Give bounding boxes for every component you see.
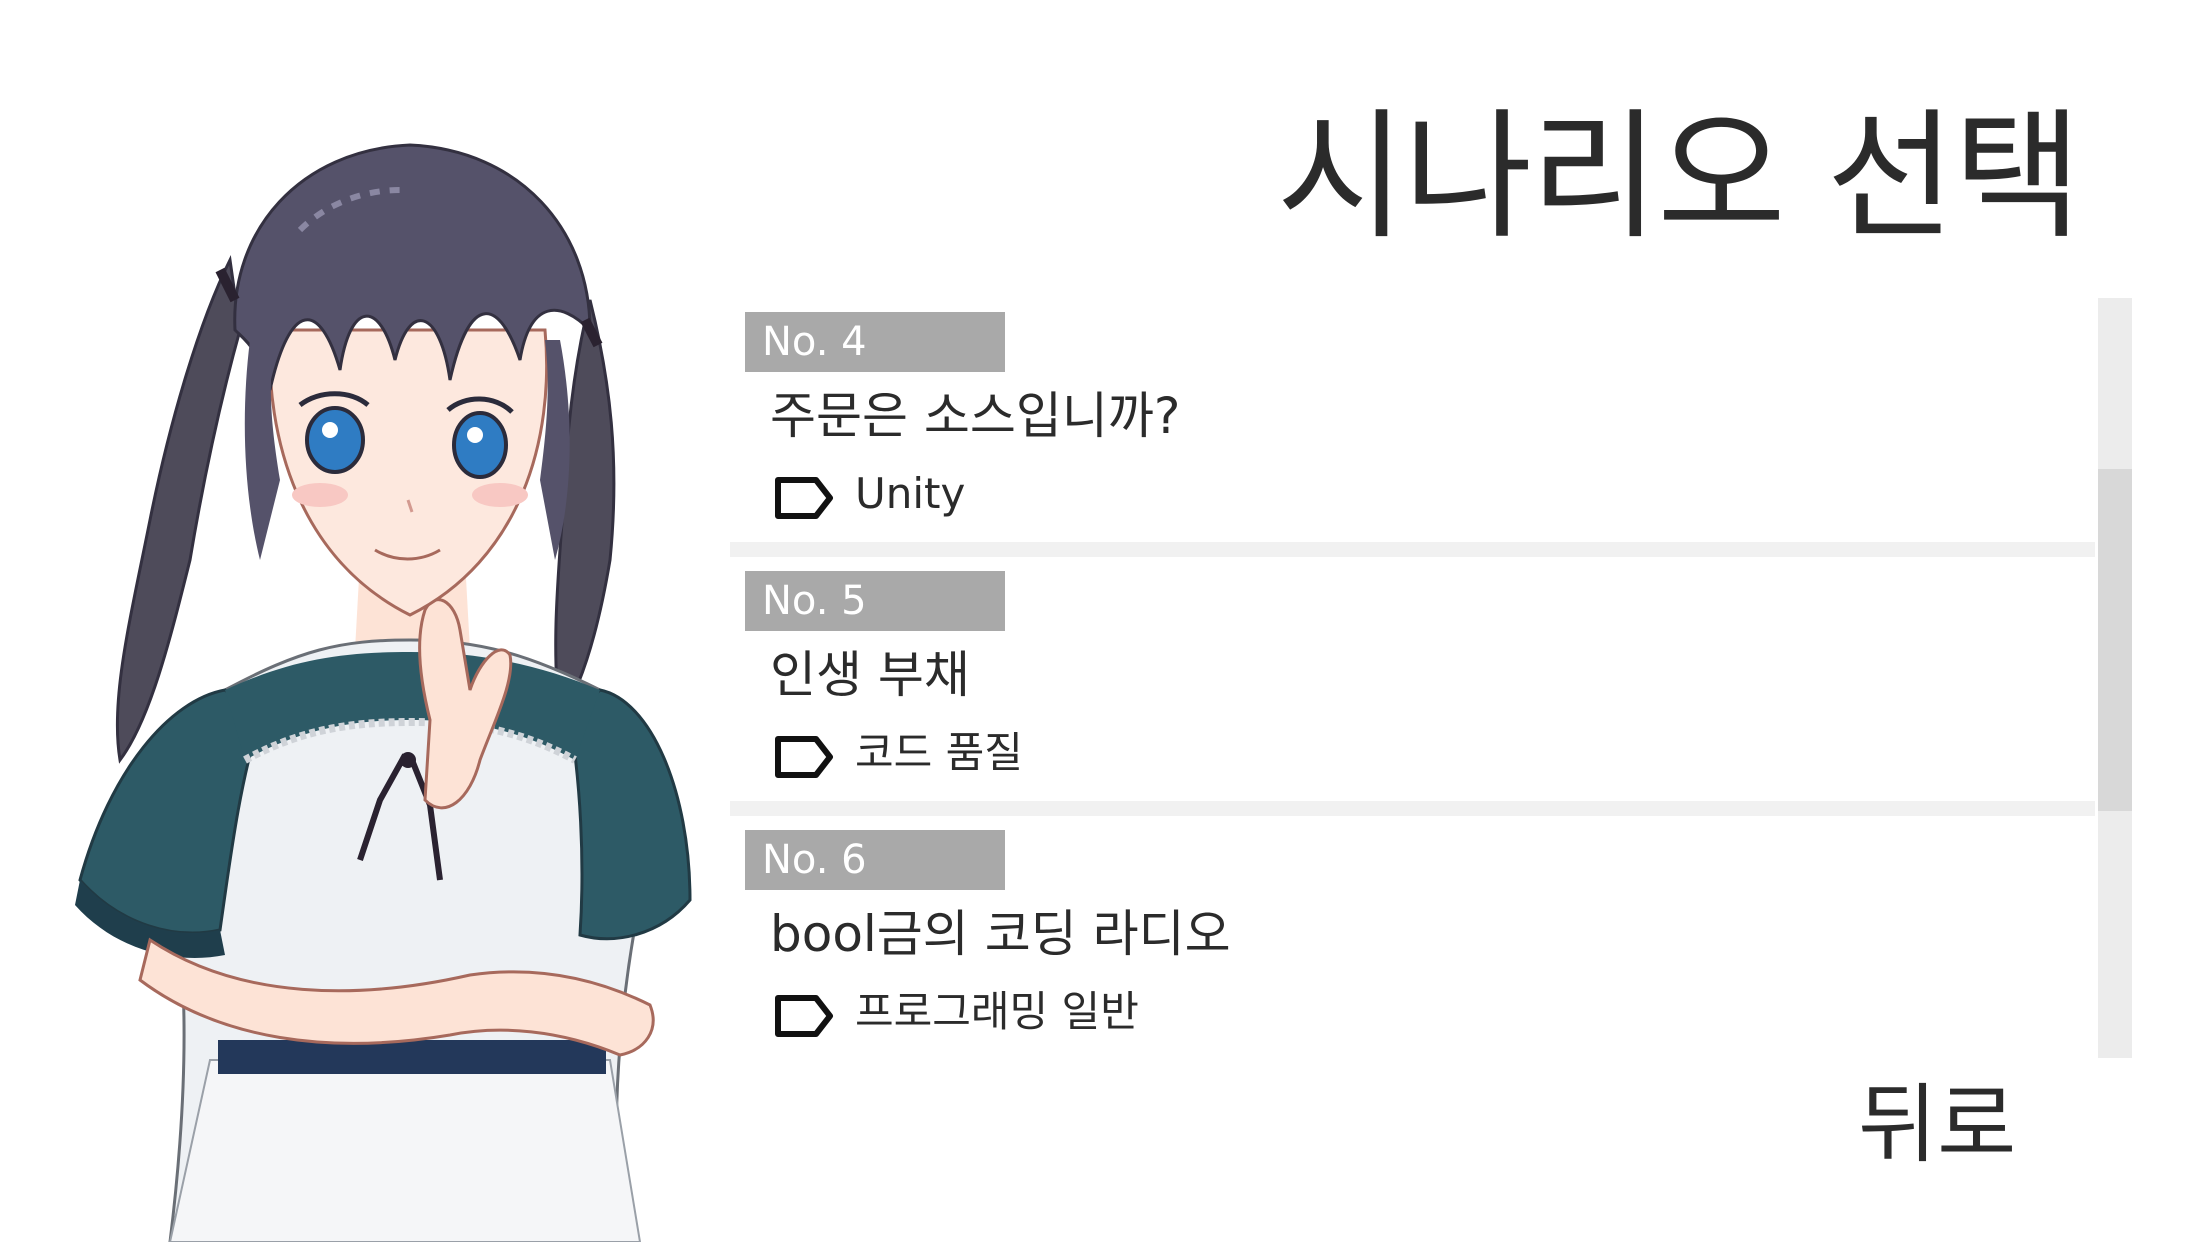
scenario-item[interactable]: No. 6 bool금의 코딩 라디오 프로그래밍 일반 bbox=[730, 816, 2095, 1058]
scenario-list[interactable]: No. 4 주문은 소스입니까? Unity No. 5 인생 부채 코드 품질… bbox=[730, 298, 2095, 1058]
list-divider bbox=[730, 801, 2095, 816]
scenario-number-badge: No. 6 bbox=[745, 830, 1005, 890]
scenario-tag: Unity bbox=[855, 469, 966, 518]
tag-icon bbox=[775, 736, 833, 778]
scenario-item[interactable]: No. 5 인생 부채 코드 품질 bbox=[730, 557, 2095, 801]
scenario-number-badge: No. 5 bbox=[745, 571, 1005, 631]
scenario-tag: 프로그래밍 일반 bbox=[855, 987, 1139, 1036]
list-divider bbox=[730, 542, 2095, 557]
scrollbar-thumb[interactable] bbox=[2098, 469, 2132, 811]
list-scrollbar[interactable] bbox=[2098, 298, 2132, 1058]
scenario-title: 인생 부채 bbox=[770, 646, 970, 704]
scenario-title: bool금의 코딩 라디오 bbox=[770, 905, 1231, 963]
screen-title: 시나리오 선택 bbox=[1276, 96, 2082, 259]
tag-icon bbox=[775, 995, 833, 1037]
character-illustration bbox=[75, 143, 692, 1242]
back-button[interactable]: 뒤로 bbox=[1858, 1082, 2016, 1168]
scenario-number-badge: No. 4 bbox=[745, 312, 1005, 372]
scenario-title: 주문은 소스입니까? bbox=[770, 387, 1181, 445]
scenario-select-screen: 시나리오 선택 No. 4 주문은 소스입니까? Unity No. 5 인생 … bbox=[0, 0, 2208, 1242]
scenario-item[interactable]: No. 4 주문은 소스입니까? Unity bbox=[730, 298, 2095, 542]
tag-icon bbox=[775, 477, 833, 519]
scenario-tag: 코드 품질 bbox=[855, 728, 1023, 777]
